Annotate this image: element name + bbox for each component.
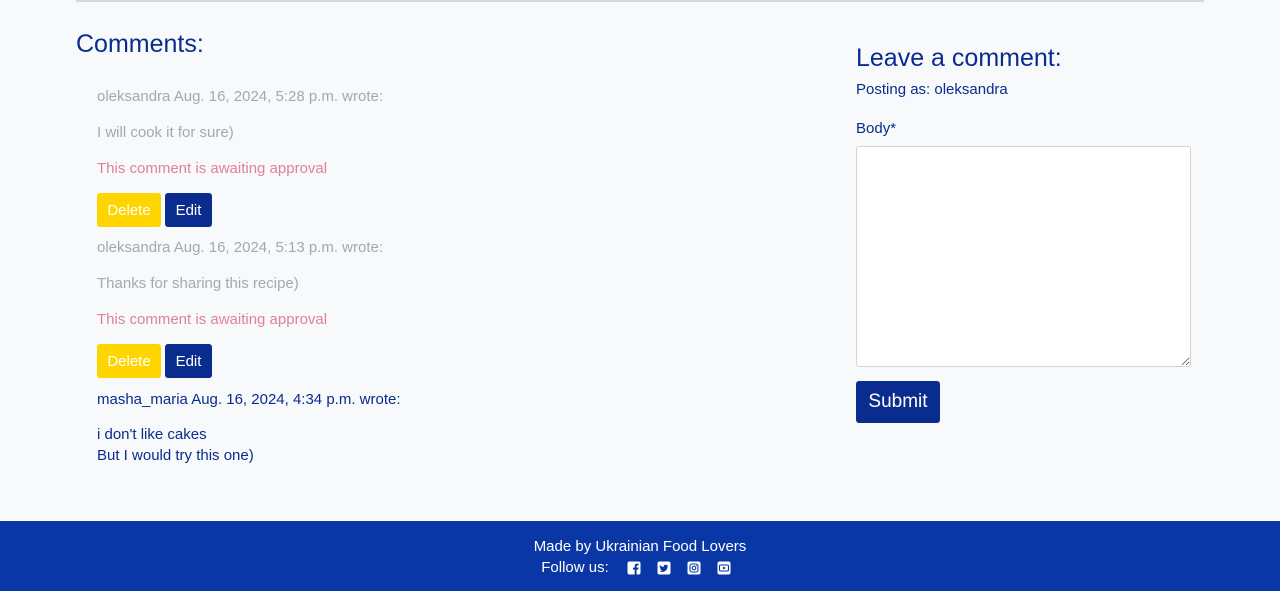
body-field-label: Body* xyxy=(856,120,897,137)
youtube-icon[interactable] xyxy=(717,561,731,575)
facebook-icon[interactable] xyxy=(627,561,641,575)
top-divider xyxy=(76,0,1204,2)
comment-body: I will cook it for sure) xyxy=(97,122,697,143)
approval-status: This comment is awaiting approval xyxy=(97,311,328,328)
comment-author-line: oleksandra Aug. 16, 2024, 5:13 p.m. wrot… xyxy=(97,239,384,256)
comment-author-line: masha_maria Aug. 16, 2024, 4:34 p.m. wro… xyxy=(97,391,401,408)
comment-body-line: I will cook it for sure) xyxy=(97,124,234,141)
follow-us-label: Follow us: xyxy=(541,559,609,576)
comment-body-line: But I would try this one) xyxy=(97,447,254,464)
comment-item: oleksandra Aug. 16, 2024, 5:13 p.m. wrot… xyxy=(97,239,697,378)
comment-body-textarea[interactable] xyxy=(856,146,1191,367)
comment-item: masha_maria Aug. 16, 2024, 4:34 p.m. wro… xyxy=(97,391,697,466)
footer-social: Follow us: xyxy=(0,559,1280,576)
comment-body: Thanks for sharing this recipe) xyxy=(97,273,697,294)
comment-body-line: Thanks for sharing this recipe) xyxy=(97,275,299,292)
leave-comment-heading: Leave a comment: xyxy=(856,44,1062,72)
comment-actions: Delete Edit xyxy=(97,344,697,378)
comment-actions: Delete Edit xyxy=(97,193,697,227)
delete-button[interactable]: Delete xyxy=(97,344,161,378)
edit-button[interactable]: Edit xyxy=(165,193,212,227)
delete-button[interactable]: Delete xyxy=(97,193,161,227)
comment-author-line: oleksandra Aug. 16, 2024, 5:28 p.m. wrot… xyxy=(97,88,384,105)
comments-heading: Comments: xyxy=(76,30,204,58)
approval-status: This comment is awaiting approval xyxy=(97,160,328,177)
footer-credit: Made by Ukrainian Food Lovers xyxy=(533,538,747,555)
posting-as-label: Posting as: oleksandra xyxy=(856,81,1008,98)
comment-body-line: i don't like cakes xyxy=(97,426,207,443)
submit-button[interactable]: Submit xyxy=(856,381,940,423)
twitter-icon[interactable] xyxy=(657,561,671,575)
site-footer: Made by Ukrainian Food Lovers Follow us: xyxy=(0,521,1280,591)
instagram-icon[interactable] xyxy=(687,561,701,575)
comment-item: oleksandra Aug. 16, 2024, 5:28 p.m. wrot… xyxy=(97,88,697,227)
edit-button[interactable]: Edit xyxy=(165,344,212,378)
comment-body: i don't like cakes But I would try this … xyxy=(97,424,697,466)
